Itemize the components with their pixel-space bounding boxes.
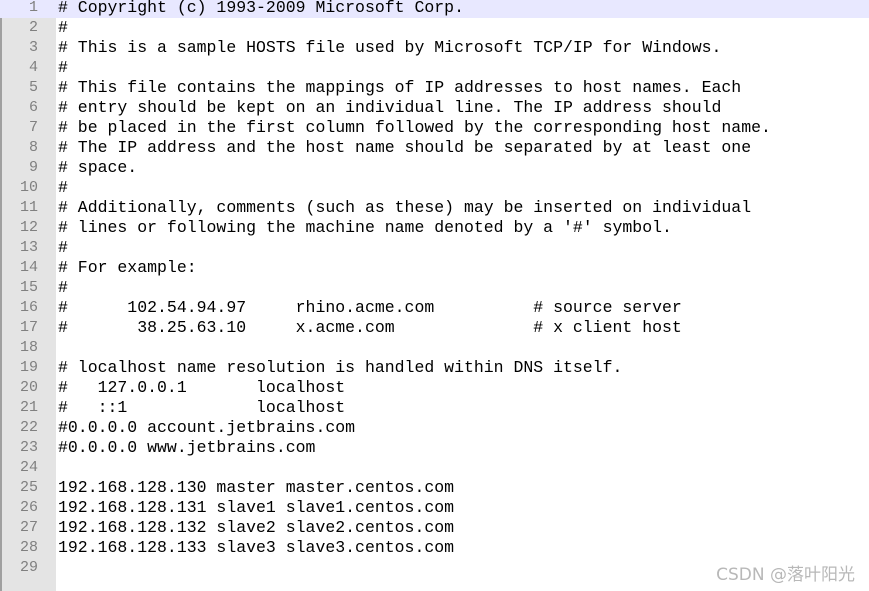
line-text[interactable]: # 127.0.0.1 localhost xyxy=(58,378,345,398)
line-text[interactable]: # lines or following the machine name de… xyxy=(58,218,672,238)
line-number: 27 xyxy=(19,519,38,536)
editor-line[interactable]: 12 # lines or following the machine name … xyxy=(0,218,869,238)
line-number: 18 xyxy=(19,339,38,356)
editor-line[interactable]: 20 # 127.0.0.1 localhost xyxy=(0,378,869,398)
line-number: 1 xyxy=(28,0,38,16)
editor-line[interactable]: 8 # The IP address and the host name shou… xyxy=(0,138,869,158)
editor-line[interactable]: 9 # space. xyxy=(0,158,869,178)
line-number: 25 xyxy=(19,479,38,496)
editor-line[interactable]: 23 #0.0.0.0 www.jetbrains.com xyxy=(0,438,869,458)
line-number: 21 xyxy=(19,399,38,416)
line-text[interactable]: # 38.25.63.10 x.acme.com # x client host xyxy=(58,318,682,338)
line-text[interactable]: # localhost name resolution is handled w… xyxy=(58,358,622,378)
line-number: 22 xyxy=(19,419,38,436)
editor-line[interactable]: 16 # 102.54.94.97 rhino.acme.com # source… xyxy=(0,298,869,318)
editor-lines[interactable]: 1 # Copyright (c) 1993-2009 Microsoft Cor… xyxy=(0,0,869,578)
editor-line[interactable]: 17 # 38.25.63.10 x.acme.com # x client ho… xyxy=(0,318,869,338)
line-number: 3 xyxy=(28,39,38,56)
line-text[interactable]: #0.0.0.0 account.jetbrains.com xyxy=(58,418,355,438)
watermark: CSDN @落叶阳光 xyxy=(716,565,855,585)
line-text[interactable]: # The IP address and the host name shoul… xyxy=(58,138,751,158)
line-number: 19 xyxy=(19,359,38,376)
editor-line[interactable]: 27 192.168.128.132 slave2 slave2.centos.c… xyxy=(0,518,869,538)
line-number: 4 xyxy=(28,59,38,76)
line-text[interactable]: # xyxy=(58,58,68,78)
editor-line[interactable]: 5 # This file contains the mappings of IP… xyxy=(0,78,869,98)
editor-line[interactable]: 6 # entry should be kept on an individual… xyxy=(0,98,869,118)
line-number: 28 xyxy=(19,539,38,556)
line-number: 2 xyxy=(28,19,38,36)
editor-line[interactable]: 26 192.168.128.131 slave1 slave1.centos.c… xyxy=(0,498,869,518)
editor-line[interactable]: 2 # xyxy=(0,18,869,38)
line-text[interactable]: # For example: xyxy=(58,258,197,278)
line-text[interactable]: 192.168.128.130 master master.centos.com xyxy=(58,478,454,498)
line-text[interactable]: # space. xyxy=(58,158,137,178)
line-number: 9 xyxy=(28,159,38,176)
line-text[interactable]: # xyxy=(58,238,68,258)
editor-line[interactable]: 18 xyxy=(0,338,869,358)
line-number: 26 xyxy=(19,499,38,516)
editor-line[interactable]: 22 #0.0.0.0 account.jetbrains.com xyxy=(0,418,869,438)
editor-line[interactable]: 10 # xyxy=(0,178,869,198)
line-text[interactable]: # xyxy=(58,278,68,298)
line-text[interactable]: 192.168.128.132 slave2 slave2.centos.com xyxy=(58,518,454,538)
editor-line[interactable]: 11 # Additionally, comments (such as thes… xyxy=(0,198,869,218)
line-number: 29 xyxy=(19,559,38,576)
line-number: 24 xyxy=(19,459,38,476)
editor-line[interactable]: 15 # xyxy=(0,278,869,298)
line-number: 7 xyxy=(28,119,38,136)
line-text[interactable]: # ::1 localhost xyxy=(58,398,345,418)
editor-line[interactable]: 19 # localhost name resolution is handled… xyxy=(0,358,869,378)
editor-line[interactable]: 7 # be placed in the first column followe… xyxy=(0,118,869,138)
line-number: 13 xyxy=(19,239,38,256)
line-text[interactable]: # Copyright (c) 1993-2009 Microsoft Corp… xyxy=(58,0,464,18)
line-text[interactable]: # be placed in the first column followed… xyxy=(58,118,771,138)
line-text[interactable]: # 102.54.94.97 rhino.acme.com # source s… xyxy=(58,298,682,318)
line-text[interactable]: # entry should be kept on an individual … xyxy=(58,98,721,118)
editor-line[interactable]: 4 # xyxy=(0,58,869,78)
line-text[interactable]: # Additionally, comments (such as these)… xyxy=(58,198,751,218)
line-text[interactable]: 192.168.128.133 slave3 slave3.centos.com xyxy=(58,538,454,558)
line-number: 16 xyxy=(19,299,38,316)
line-text[interactable]: # xyxy=(58,178,68,198)
line-number: 14 xyxy=(19,259,38,276)
editor-line[interactable]: 21 # ::1 localhost xyxy=(0,398,869,418)
line-text[interactable]: # This file contains the mappings of IP … xyxy=(58,78,741,98)
line-number: 11 xyxy=(19,199,38,216)
editor-line[interactable]: 28 192.168.128.133 slave3 slave3.centos.c… xyxy=(0,538,869,558)
editor-line[interactable]: 14 # For example: xyxy=(0,258,869,278)
editor-line[interactable]: 3 # This is a sample HOSTS file used by M… xyxy=(0,38,869,58)
line-number: 23 xyxy=(19,439,38,456)
line-number: 20 xyxy=(19,379,38,396)
text-editor[interactable]: 1 # Copyright (c) 1993-2009 Microsoft Cor… xyxy=(0,0,869,591)
line-number: 5 xyxy=(28,79,38,96)
editor-line[interactable]: 13 # xyxy=(0,238,869,258)
editor-line[interactable]: 25 192.168.128.130 master master.centos.c… xyxy=(0,478,869,498)
line-number: 12 xyxy=(19,219,38,236)
line-number: 8 xyxy=(28,139,38,156)
editor-line[interactable]: 24 xyxy=(0,458,869,478)
line-number: 15 xyxy=(19,279,38,296)
line-text[interactable]: #0.0.0.0 www.jetbrains.com xyxy=(58,438,315,458)
line-text[interactable]: # This is a sample HOSTS file used by Mi… xyxy=(58,38,721,58)
line-number: 17 xyxy=(19,319,38,336)
editor-line[interactable]: 1 # Copyright (c) 1993-2009 Microsoft Cor… xyxy=(0,0,869,18)
line-number: 6 xyxy=(28,99,38,116)
line-text[interactable]: # xyxy=(58,18,68,38)
line-number: 10 xyxy=(19,179,38,196)
line-text[interactable]: 192.168.128.131 slave1 slave1.centos.com xyxy=(58,498,454,518)
